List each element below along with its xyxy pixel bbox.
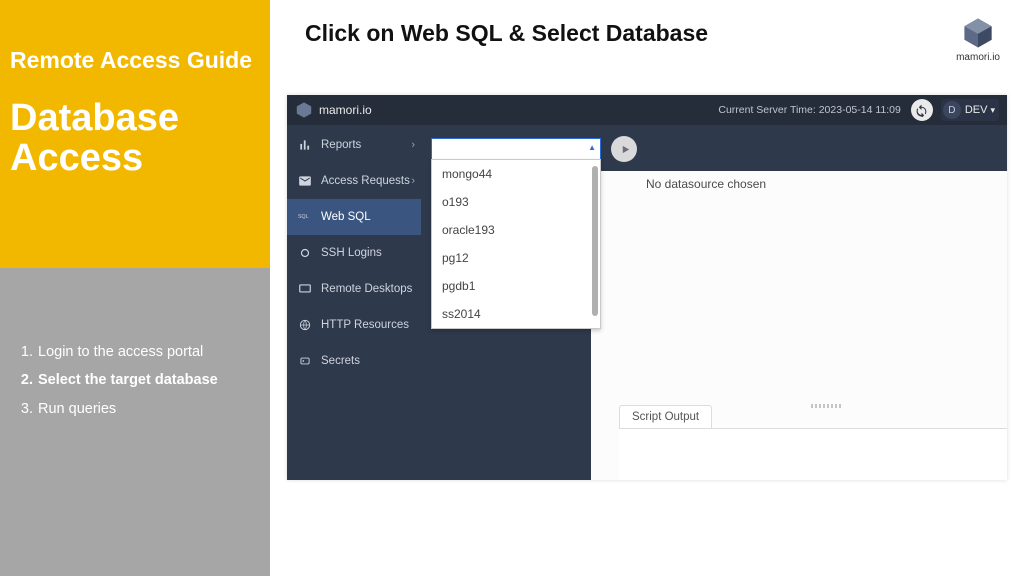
no-datasource-message: No datasource chosen bbox=[646, 177, 766, 191]
guide-subtitle: Remote Access Guide bbox=[10, 48, 260, 73]
script-output-tab[interactable]: Script Output bbox=[619, 405, 712, 428]
nav-item-reports[interactable]: Reports › bbox=[287, 127, 421, 163]
app-header: mamori.io Current Server Time: 2023-05-1… bbox=[287, 95, 1007, 125]
db-option[interactable]: oracle193 bbox=[432, 216, 600, 244]
chevron-down-icon: ▾ bbox=[990, 105, 995, 116]
server-time: Current Server Time: 2023-05-14 11:09 bbox=[718, 104, 900, 116]
nav-label: Web SQL bbox=[321, 211, 371, 223]
cube-icon bbox=[961, 16, 995, 50]
terminal-icon bbox=[297, 246, 313, 260]
caret-up-icon: ▲ bbox=[588, 143, 596, 152]
globe-icon bbox=[297, 318, 313, 332]
chevron-right-icon: › bbox=[411, 175, 415, 187]
key-icon bbox=[297, 354, 313, 368]
play-icon bbox=[620, 144, 631, 155]
db-option[interactable]: pgdb1 bbox=[432, 272, 600, 300]
nav-item-web-sql[interactable]: SQL Web SQL bbox=[287, 199, 421, 235]
guide-step-2: Select the target database bbox=[0, 366, 270, 394]
app-stage: ▲ No datasource chosen mongo44 o193 orac… bbox=[421, 125, 1007, 480]
brand-name: mamori.io bbox=[956, 52, 1000, 63]
guide-header: Remote Access Guide Database Access bbox=[0, 0, 270, 268]
desktop-icon bbox=[297, 282, 313, 296]
user-avatar: D bbox=[943, 101, 961, 119]
run-button[interactable] bbox=[611, 136, 637, 162]
nav-label: Reports bbox=[321, 139, 361, 151]
nav-item-access-requests[interactable]: Access Requests › bbox=[287, 163, 421, 199]
main-content: Click on Web SQL & Select Database mamor… bbox=[270, 0, 1024, 576]
db-option[interactable]: o193 bbox=[432, 188, 600, 216]
guide-steps: Login to the access portal Select the ta… bbox=[0, 268, 270, 423]
nav-item-remote-desktops[interactable]: Remote Desktops bbox=[287, 271, 421, 307]
database-select[interactable]: ▲ bbox=[431, 138, 601, 160]
svg-text:SQL: SQL bbox=[298, 214, 309, 220]
database-dropdown[interactable]: mongo44 o193 oracle193 pg12 pgdb1 ss2014 bbox=[431, 159, 601, 329]
inbox-icon bbox=[297, 174, 313, 188]
app-logo-icon bbox=[295, 101, 313, 119]
nav-item-secrets[interactable]: Secrets bbox=[287, 343, 421, 379]
resize-handle[interactable] bbox=[811, 404, 841, 408]
user-menu[interactable]: D DEV ▾ bbox=[941, 99, 999, 121]
script-output-panel bbox=[619, 428, 1007, 480]
app-nav: Reports › Access Requests › SQL Web SQL bbox=[287, 125, 421, 480]
db-option[interactable]: ss2014 bbox=[432, 300, 600, 328]
guide-step-3: Run queries bbox=[0, 395, 270, 423]
chevron-right-icon: › bbox=[411, 139, 415, 151]
nav-label: Remote Desktops bbox=[321, 283, 412, 295]
refresh-icon bbox=[915, 104, 928, 117]
guide-step-1: Login to the access portal bbox=[0, 338, 270, 366]
sql-icon: SQL bbox=[297, 210, 313, 224]
scrollbar-thumb[interactable] bbox=[592, 166, 598, 316]
db-option[interactable]: mongo44 bbox=[432, 160, 600, 188]
app-panel: mamori.io Current Server Time: 2023-05-1… bbox=[287, 95, 1007, 480]
brand-logo: mamori.io bbox=[956, 16, 1000, 63]
nav-label: Access Requests bbox=[321, 175, 410, 187]
nav-label: Secrets bbox=[321, 355, 360, 367]
page-heading: Click on Web SQL & Select Database bbox=[270, 0, 1024, 47]
guide-sidebar: Remote Access Guide Database Access Logi… bbox=[0, 0, 270, 576]
chart-icon bbox=[297, 138, 313, 152]
guide-title: Database Access bbox=[10, 99, 260, 179]
app-product-name: mamori.io bbox=[319, 103, 372, 117]
user-name: DEV bbox=[965, 104, 988, 116]
refresh-button[interactable] bbox=[911, 99, 933, 121]
nav-item-ssh-logins[interactable]: SSH Logins bbox=[287, 235, 421, 271]
nav-item-http-resources[interactable]: HTTP Resources bbox=[287, 307, 421, 343]
db-option[interactable]: pg12 bbox=[432, 244, 600, 272]
nav-label: HTTP Resources bbox=[321, 319, 409, 331]
nav-label: SSH Logins bbox=[321, 247, 382, 259]
